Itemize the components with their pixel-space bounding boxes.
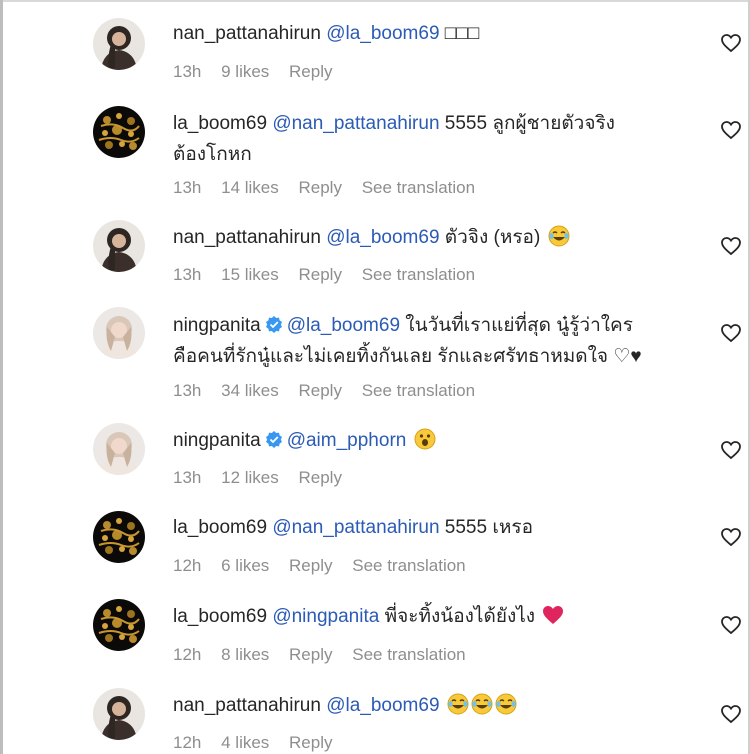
comment-time: 12h	[173, 556, 202, 575]
comment-username[interactable]: nan_pattanahirun	[173, 23, 321, 44]
heart-outline-icon[interactable]	[720, 614, 742, 636]
comment-likes[interactable]: 34 likes	[221, 381, 279, 400]
comment-username[interactable]: nan_pattanahirun	[173, 227, 321, 248]
heart-outline-icon[interactable]	[720, 322, 742, 344]
verified-badge-icon	[264, 315, 283, 333]
frame-border-left	[0, 0, 3, 754]
heart-outline-icon[interactable]	[720, 439, 742, 461]
comment-body: ningpanita @la_boom69 ในวันที่เราแย่ที่สุ…	[173, 310, 673, 372]
comment-mention[interactable]: @nan_pattanahirun	[272, 517, 439, 538]
comment-likes[interactable]: 14 likes	[221, 178, 279, 197]
reply-button[interactable]: Reply	[289, 556, 332, 575]
avatar[interactable]	[93, 307, 145, 359]
avatar[interactable]	[93, 511, 145, 563]
red-heart-icon	[542, 604, 564, 626]
comment-likes[interactable]: 6 likes	[221, 556, 269, 575]
avatar[interactable]	[93, 106, 145, 158]
comment-likes[interactable]: 12 likes	[221, 468, 279, 487]
comment-text-continued: ต้องโกหก	[173, 144, 252, 165]
comment-username[interactable]: ningpanita	[173, 430, 261, 451]
comment-time: 12h	[173, 733, 202, 752]
see-translation-link[interactable]: See translation	[352, 645, 465, 664]
comment-time: 13h	[173, 468, 202, 487]
comment-likes[interactable]: 4 likes	[221, 733, 269, 752]
reply-button[interactable]: Reply	[289, 645, 332, 664]
comment-username[interactable]: ningpanita	[173, 315, 261, 336]
heart-outline-icon[interactable]	[720, 703, 742, 725]
comment-username[interactable]: nan_pattanahirun	[173, 695, 321, 716]
comment-likes[interactable]: 8 likes	[221, 645, 269, 664]
heart-outline-icon[interactable]	[720, 32, 742, 54]
face-with-tears-of-joy-icon	[547, 225, 570, 247]
comment-meta: 13h 14 likes Reply See translation	[173, 178, 490, 198]
comment-meta: 13h 9 likes Reply	[173, 62, 348, 82]
comment-meta: 12h 8 likes Reply See translation	[173, 645, 481, 665]
reply-button[interactable]: Reply	[298, 265, 341, 284]
comment-meta: 12h 4 likes Reply	[173, 733, 348, 753]
face-with-tears-of-joy-icon	[447, 693, 469, 715]
reply-button[interactable]: Reply	[298, 381, 341, 400]
reply-button[interactable]: Reply	[289, 62, 332, 81]
comment-time: 13h	[173, 178, 202, 197]
comment-meta: 13h 15 likes Reply See translation	[173, 265, 490, 285]
comment-mention[interactable]: @aim_pphorn	[287, 430, 407, 451]
comment-body: nan_pattanahirun @la_boom69	[173, 690, 673, 721]
comment-text: ตัวจิง (หรอ)	[444, 227, 541, 248]
comment-username[interactable]: la_boom69	[173, 517, 267, 538]
comment-likes[interactable]: 9 likes	[221, 62, 269, 81]
comment-mention[interactable]: @nan_pattanahirun	[272, 113, 439, 134]
avatar[interactable]	[93, 599, 145, 651]
comment-text: □□□	[444, 23, 480, 44]
comment-mention[interactable]: @la_boom69	[326, 695, 439, 716]
reply-button[interactable]: Reply	[289, 733, 332, 752]
face-with-tears-of-joy-icon	[495, 693, 517, 715]
astonished-face-icon	[414, 428, 436, 450]
comment-meta: 13h 34 likes Reply See translation	[173, 381, 490, 401]
see-translation-link[interactable]: See translation	[352, 556, 465, 575]
comment-body: ningpanita @aim_pphorn	[173, 425, 673, 456]
comment-text: ในวันที่เราแย่ที่สุด นู๋รู้ว่าใคร	[405, 315, 633, 336]
comment-text: 5555 เหรอ	[444, 517, 533, 538]
comment-body: nan_pattanahirun @la_boom69 □□□	[173, 18, 673, 49]
face-with-tears-of-joy-icon	[471, 693, 493, 715]
see-translation-link[interactable]: See translation	[362, 381, 475, 400]
see-translation-link[interactable]: See translation	[362, 178, 475, 197]
avatar[interactable]	[93, 18, 145, 70]
comment-mention[interactable]: @ningpanita	[272, 606, 379, 627]
comment-body: la_boom69 @nan_pattanahirun 5555 ลูกผู้ช…	[173, 108, 673, 170]
comment-body: la_boom69 @nan_pattanahirun 5555 เหรอ	[173, 512, 673, 543]
comment-mention[interactable]: @la_boom69	[326, 227, 439, 248]
comment-username[interactable]: la_boom69	[173, 113, 267, 134]
frame-border-top	[0, 0, 750, 2]
heart-outline-icon[interactable]	[720, 119, 742, 141]
see-translation-link[interactable]: See translation	[362, 265, 475, 284]
comment-username[interactable]: la_boom69	[173, 606, 267, 627]
comment-text: 5555 ลูกผู้ชายตัวจริง	[444, 113, 615, 134]
comment-meta: 12h 6 likes Reply See translation	[173, 556, 481, 576]
avatar[interactable]	[93, 220, 145, 272]
comment-likes[interactable]: 15 likes	[221, 265, 279, 284]
comment-body: nan_pattanahirun @la_boom69 ตัวจิง (หรอ)	[173, 222, 673, 253]
comment-time: 13h	[173, 265, 202, 284]
comment-time: 12h	[173, 645, 202, 664]
comment-mention[interactable]: @la_boom69	[287, 315, 400, 336]
avatar[interactable]	[93, 688, 145, 740]
heart-outline-icon[interactable]	[720, 235, 742, 257]
comment-time: 13h	[173, 381, 202, 400]
comment-meta: 13h 12 likes Reply	[173, 468, 357, 488]
comment-body: la_boom69 @ningpanita พี่จะทิ้งน้องได้ยั…	[173, 601, 673, 632]
reply-button[interactable]: Reply	[298, 468, 341, 487]
comment-text: พี่จะทิ้งน้องได้ยังไง	[384, 606, 536, 627]
heart-outline-icon[interactable]	[720, 526, 742, 548]
avatar[interactable]	[93, 423, 145, 475]
verified-badge-icon	[264, 430, 283, 448]
comment-text-continued: คือคนที่รักนู๋และไม่เคยทิ้งกันเลย รักและ…	[173, 346, 642, 367]
comment-mention[interactable]: @la_boom69	[326, 23, 439, 44]
reply-button[interactable]: Reply	[298, 178, 341, 197]
comment-time: 13h	[173, 62, 202, 81]
